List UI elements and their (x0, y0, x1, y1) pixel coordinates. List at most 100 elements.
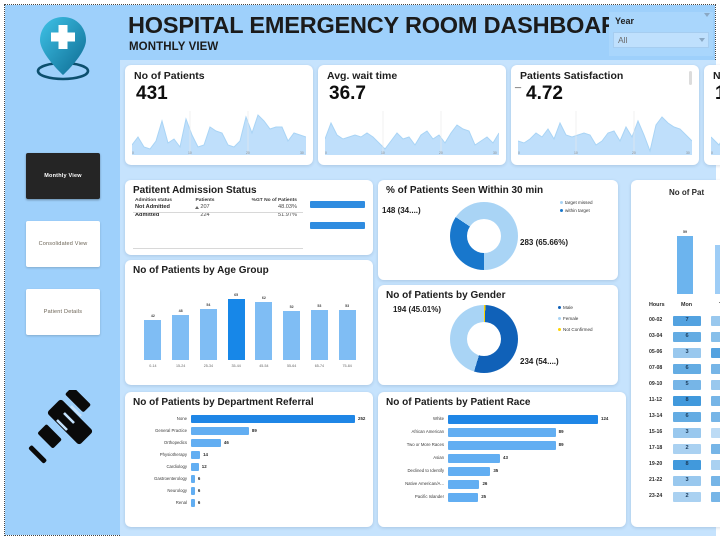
bar-declined-to-identify[interactable] (448, 467, 491, 476)
bar-age-25-34[interactable] (199, 309, 217, 360)
heatmap-cell[interactable]: 5 (673, 380, 701, 390)
year-slicer-dropdown[interactable]: All (613, 32, 709, 48)
bar-general-practice[interactable] (191, 427, 249, 435)
heatmap-cell[interactable]: 2 (673, 444, 701, 454)
age-group-chart-card[interactable]: No of Patients by Age Group 42 0-14 48 15-2… (125, 260, 373, 385)
kpi-card-no-of-patients[interactable]: No of Patients 431 0 10 20 30 (125, 65, 313, 165)
axis-tick-label: 25-34 (203, 364, 213, 368)
sidebar-item-patient-details[interactable]: Patient Details (26, 289, 100, 335)
bar-physiotherapy[interactable] (191, 451, 201, 459)
cell-patients: 207 (200, 204, 210, 210)
axis-tick: 30 (686, 151, 690, 155)
column-total-bar-Mon[interactable] (677, 236, 693, 294)
heatmap-cell[interactable]: 5 (711, 492, 720, 502)
heatmap-cell[interactable]: 3 (673, 348, 701, 358)
heatmap-cell[interactable]: 5 (711, 364, 720, 374)
legend-swatch-icon (558, 328, 561, 332)
bar-neurology[interactable] (191, 487, 195, 495)
legend-item-not-confirmed[interactable]: Not Confirmed (558, 327, 593, 332)
legend-item-female[interactable]: Female (558, 316, 578, 321)
axis-tick: 10 (188, 151, 192, 155)
column-header-mon[interactable]: Mon (681, 302, 692, 308)
patient-race-card[interactable]: No of Patients by Patient Race White 124 A… (378, 392, 626, 527)
legend-label: Not Confirmed (563, 327, 593, 332)
heatmap-cell[interactable]: 6 (673, 364, 701, 374)
bar-gastroenterology[interactable] (191, 475, 195, 483)
bar-age-65-74[interactable] (310, 310, 328, 360)
heatmap-cell[interactable]: 5 (711, 476, 720, 486)
bar-age-0-14[interactable] (144, 320, 162, 360)
bar-orthopedics[interactable] (191, 439, 221, 447)
gender-donut[interactable] (450, 305, 518, 373)
row-header-hour: 21-22 (649, 477, 663, 483)
seen-within-30min-card[interactable]: % of Patients Seen Within 30 min 148 (34… (378, 180, 618, 280)
bar-age-55-64[interactable] (283, 310, 301, 360)
heatmap-cell[interactable]: 1 (711, 428, 720, 438)
chevron-up-icon[interactable] (704, 13, 710, 17)
bar-age-75-84[interactable] (338, 310, 356, 360)
heatmap-cell[interactable]: 5 (711, 444, 720, 454)
heatmap-cell[interactable]: 3 (711, 380, 720, 390)
bar-age-15-24[interactable] (172, 314, 190, 360)
bar-native-american-a-[interactable] (448, 480, 480, 489)
bar-category-label: Neurology (167, 488, 187, 493)
heatmap-cell[interactable]: 5 (711, 396, 720, 406)
legend-item-male[interactable]: Male (558, 305, 573, 310)
sidebar-item-monthly-view[interactable]: Monthly View (26, 153, 100, 199)
bar-category-label: Cardiology (166, 464, 187, 469)
bar-none[interactable] (191, 415, 355, 423)
heatmap-cell[interactable]: 6 (673, 332, 701, 342)
patients-by-hour-plot: 5950HoursMonTue00-027303-046405-063707-0… (631, 202, 720, 527)
bar-renal[interactable] (191, 499, 195, 507)
heatmap-cell[interactable]: 3 (711, 316, 720, 326)
heatmap-cell[interactable]: 4 (711, 332, 720, 342)
bar-age-35-44[interactable] (227, 298, 245, 360)
bar-age-45-54[interactable] (255, 301, 273, 360)
page-subtitle: MONTHLY VIEW (129, 41, 219, 53)
bar-two-or-more-races[interactable] (448, 441, 556, 450)
legend-item-target-missed[interactable]: target missed (560, 200, 593, 205)
admission-table[interactable]: Admition status Patients %GT No of Patie… (133, 198, 299, 219)
seen-within-30min-donut[interactable] (450, 202, 518, 270)
sidebar-item-label: Monthly View (44, 173, 82, 179)
kpi-card-avg-wait-time[interactable]: Avg. wait time 36.7 0 10 20 30 (318, 65, 506, 165)
sparkline-axis: 0 10 20 30 (132, 151, 306, 159)
column-header-hours[interactable]: Hours (649, 302, 665, 308)
heatmap-cell[interactable]: 8 (673, 460, 701, 470)
heatmap-cell[interactable]: 3 (673, 476, 701, 486)
bar-white[interactable] (448, 415, 598, 424)
bar-value-label: 6 (197, 488, 201, 493)
heatmap-cell[interactable]: 7 (673, 316, 701, 326)
kpi-card-no-of-patients-secondary[interactable]: No o 1 0 (704, 65, 720, 165)
heatmap-cell[interactable]: 5 (711, 412, 720, 422)
card-scrollbar[interactable] (689, 71, 692, 85)
axis-tick: 20 (439, 151, 443, 155)
legend-label: target missed (565, 200, 593, 205)
card-title: No of Patients by Age Group (133, 265, 269, 276)
bar-value-label: 48 (178, 308, 183, 313)
legend-item-within-target[interactable]: within target (560, 208, 590, 213)
heatmap-cell[interactable]: 3 (673, 428, 701, 438)
year-slicer[interactable]: Year All (609, 12, 713, 56)
sort-ascending-icon[interactable] (195, 206, 199, 209)
kpi-card-patients-satisfaction[interactable]: Patients Satisfaction ¯ 4.72 0 10 20 30 (511, 65, 699, 165)
bar-asian[interactable] (448, 454, 501, 463)
card-title: No of Patients by Department Referral (133, 397, 314, 408)
row-header-hour: 13-14 (649, 413, 663, 419)
heatmap-cell[interactable]: 2 (673, 492, 701, 502)
bar-pacific-islander[interactable] (448, 493, 479, 502)
sidebar-item-consolidated-view[interactable]: Consolidated View (26, 221, 100, 267)
heatmap-cell[interactable]: 2 (711, 460, 720, 470)
patients-by-hour-card[interactable]: No of Pat 5950HoursMonTue00-027303-04640… (631, 180, 720, 527)
heatmap-cell[interactable]: 6 (673, 412, 701, 422)
admission-bar-header (310, 201, 365, 208)
bar-african-american[interactable] (448, 428, 556, 437)
heatmap-cell[interactable]: 8 (673, 396, 701, 406)
department-referral-card[interactable]: No of Patients by Department Referral No… (125, 392, 373, 527)
heatmap-cell[interactable]: 7 (711, 348, 720, 358)
bar-cardiology[interactable] (191, 463, 199, 471)
chevron-down-icon[interactable] (699, 38, 705, 42)
patient-admission-status-card[interactable]: Patitent Admission Status Admition statu… (125, 180, 373, 255)
gender-chart-card[interactable]: No of Patients by Gender 194 (45.01%) 23… (378, 285, 618, 385)
column-total-bar-Tue[interactable] (715, 244, 720, 294)
